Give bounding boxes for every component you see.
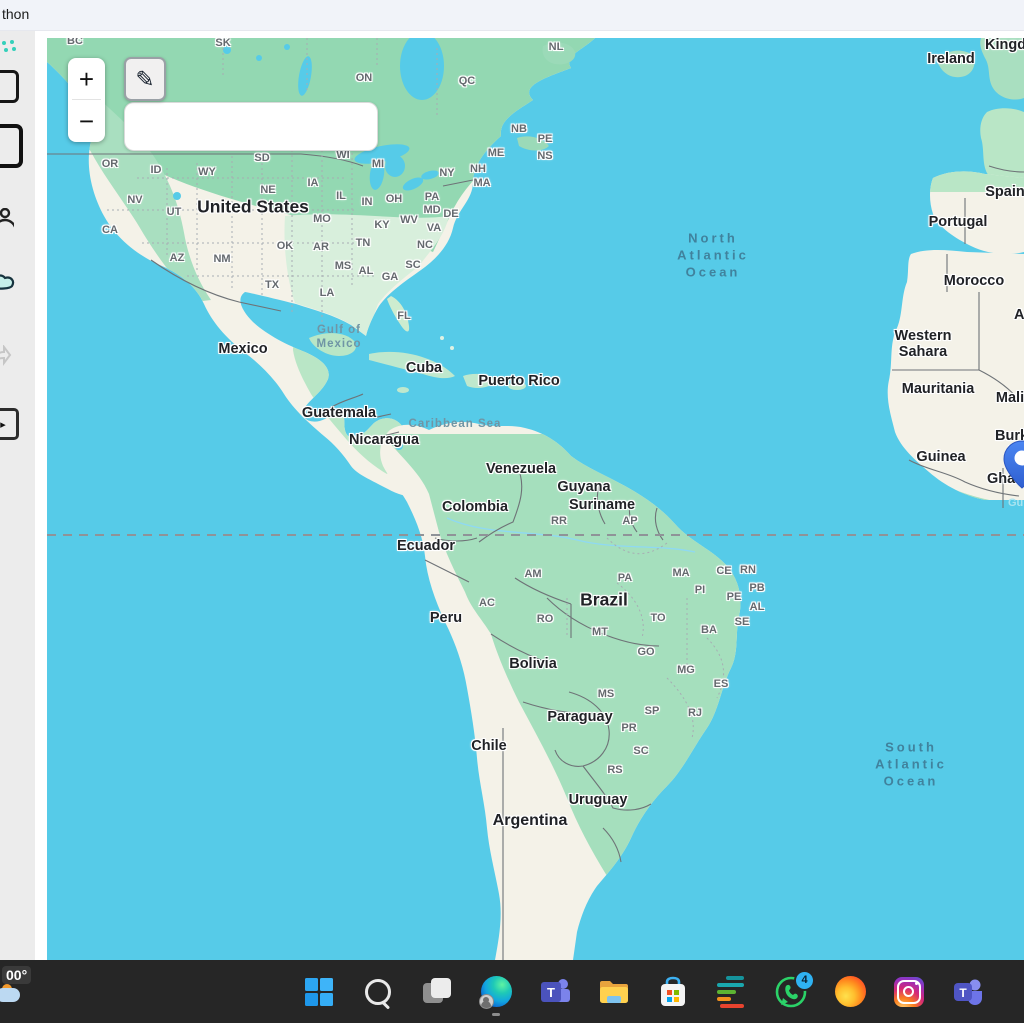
firefox[interactable] (833, 975, 867, 1009)
run-panel-icon[interactable]: ▸ (0, 408, 19, 440)
panel-outline-icon[interactable] (0, 70, 19, 103)
map-landmasses (47, 38, 1024, 960)
teams[interactable]: T (951, 975, 985, 1009)
instagram[interactable] (892, 975, 926, 1009)
start-button[interactable] (302, 975, 336, 1009)
app-logo-dots (2, 40, 20, 59)
zoom-in-button[interactable]: + (68, 58, 105, 99)
window-titlebar: thon (0, 0, 1024, 31)
app-sidebar: ▸ (0, 30, 35, 960)
share-arrow-icon[interactable] (0, 345, 12, 372)
firefox-icon (835, 976, 866, 1007)
pencil-icon: ✎ (135, 66, 154, 93)
weather-widget[interactable]: 00° (0, 964, 52, 1020)
store-icon (657, 976, 689, 1008)
edge-browser[interactable] (479, 975, 513, 1009)
map-canvas[interactable]: United StatesMexicoCubaPuerto RicoGuatem… (47, 38, 1024, 960)
profile-avatar (479, 994, 494, 1009)
teams-classic-icon: T (539, 976, 571, 1008)
notification-badge: 4 (794, 970, 815, 991)
instagram-icon (894, 977, 924, 1007)
partly-cloudy-icon (0, 984, 22, 1004)
folder-icon (598, 976, 630, 1008)
windows-taskbar: 00° T (0, 960, 1024, 1023)
map-info-box[interactable] (124, 102, 378, 151)
whatsapp[interactable]: 4 (774, 975, 808, 1009)
lists-app[interactable] (715, 975, 749, 1009)
svg-text:T: T (959, 986, 967, 1000)
window-title: thon (2, 6, 29, 22)
microsoft-store[interactable] (656, 975, 690, 1009)
window-outline-icon[interactable] (0, 124, 23, 168)
svg-text:T: T (547, 985, 555, 1000)
taskbar-icons: T (302, 960, 985, 1023)
cloud-tool-icon[interactable] (0, 272, 16, 299)
temperature-label: 00° (2, 966, 31, 984)
map-pin[interactable] (1003, 440, 1024, 490)
search-button[interactable] (361, 975, 395, 1009)
teams-classic[interactable]: T (538, 975, 572, 1009)
colored-lines-icon (717, 976, 747, 1008)
teams-icon: T (952, 976, 984, 1008)
zoom-control: + − (68, 58, 105, 142)
draw-tool-button[interactable]: ✎ (124, 57, 166, 101)
user-icon[interactable] (0, 208, 14, 239)
search-icon (365, 979, 391, 1005)
running-indicator (492, 1013, 500, 1016)
task-view-button[interactable] (420, 975, 454, 1009)
zoom-out-button[interactable]: − (68, 100, 105, 141)
file-explorer[interactable] (597, 975, 631, 1009)
